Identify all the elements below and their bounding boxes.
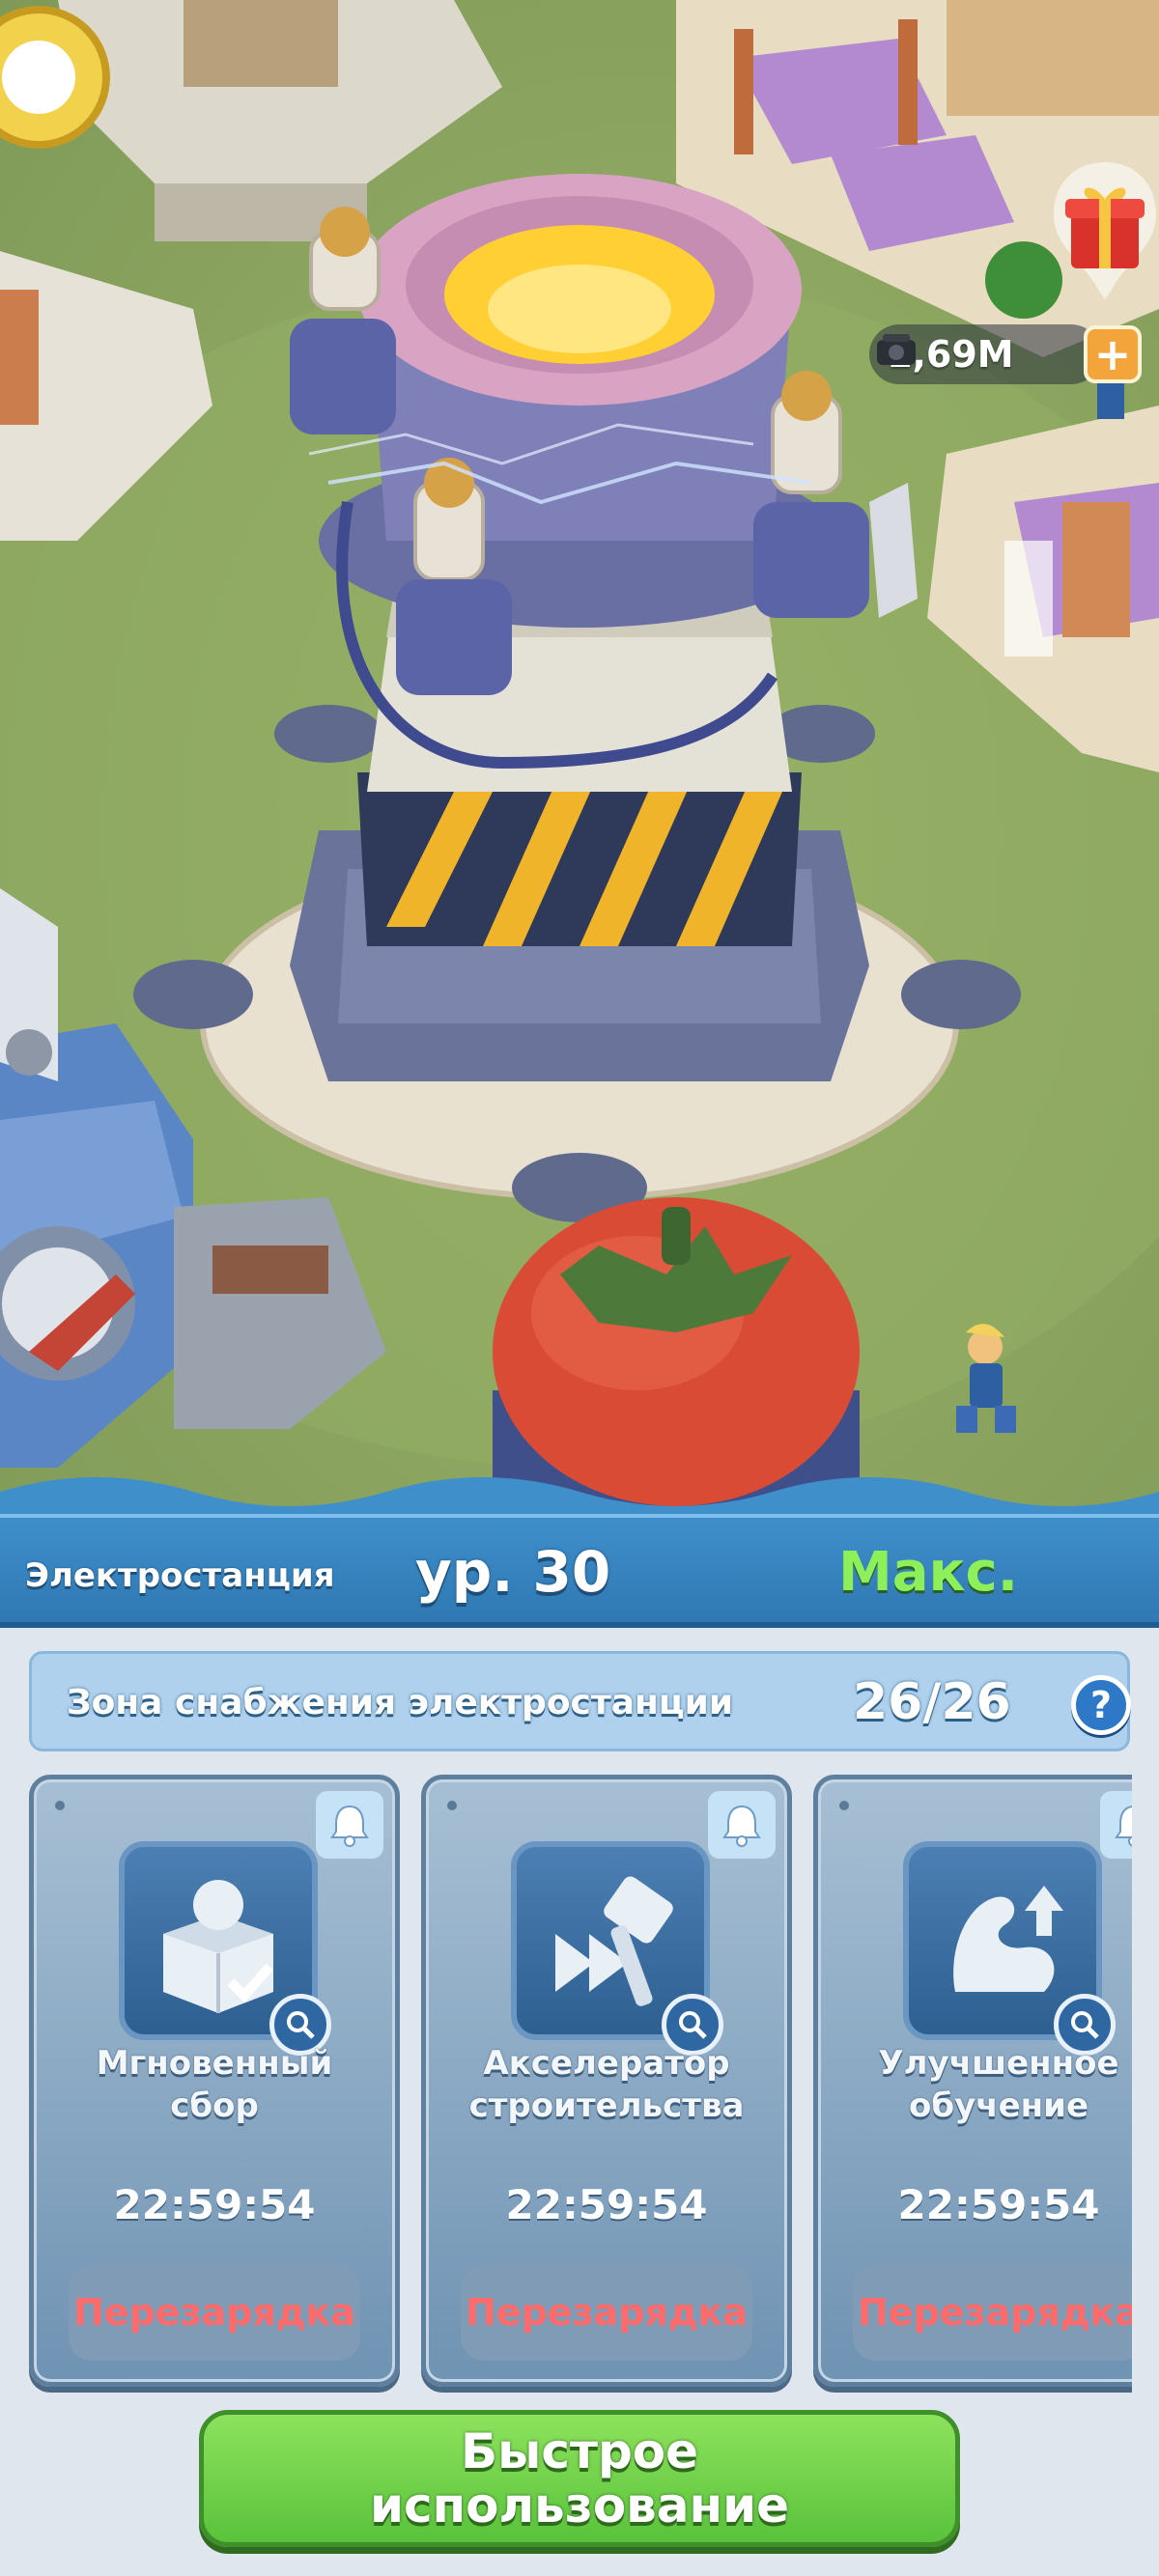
- quick-use-label-line2: использование: [369, 2478, 790, 2534]
- bell-icon: [330, 1805, 369, 1847]
- magnifier-icon: [1071, 2011, 1099, 2039]
- notification-bell-button[interactable]: [316, 1791, 383, 1859]
- help-button[interactable]: ?: [1071, 1675, 1131, 1735]
- max-level-label: Макс.: [838, 1541, 1018, 1604]
- card-rivet: [55, 1801, 65, 1810]
- cooldown-timer: 22:59:54: [897, 2181, 1100, 2228]
- supply-zone-panel: Зона снабжения электростанции 26/26 ? Мг…: [0, 1628, 1159, 2576]
- recharge-button[interactable]: Перезарядка: [853, 2264, 1132, 2361]
- currency-display: 1,69M: [869, 324, 1101, 384]
- cash-icon: [877, 334, 916, 365]
- card-title-line2: строительства: [468, 2086, 745, 2125]
- plus-icon: +: [1093, 328, 1132, 380]
- bell-icon: [722, 1805, 761, 1847]
- gift-button[interactable]: [1048, 154, 1159, 299]
- magnifier-icon: [287, 2011, 315, 2039]
- card-title-line1: Мгновенный: [96, 2044, 333, 2083]
- supply-zone-count: 26/26: [853, 1673, 1011, 1731]
- boost-card-instant-collect[interactable]: Мгновенный сбор 22:59:54 Перезарядка: [29, 1775, 400, 2387]
- card-title-line1: Акселератор: [483, 2044, 730, 2083]
- notification-bell-button[interactable]: [708, 1791, 776, 1859]
- card-title: Акселератор строительства: [426, 2042, 787, 2127]
- bell-icon: [1115, 1806, 1132, 1847]
- card-title: Мгновенный сбор: [34, 2042, 395, 2127]
- recharge-button[interactable]: Перезарядка: [461, 2264, 752, 2361]
- scene-art: [0, 0, 1159, 1521]
- game-screen: 1,69M + Электростанция ур. 30 Макс. Зона…: [0, 0, 1159, 2576]
- card-title-line1: Улучшенное: [878, 2044, 1119, 2083]
- quick-use-label: Быстрое использование: [370, 2424, 789, 2533]
- card-title-line2: сбор: [170, 2086, 259, 2125]
- boost-card-improved-training[interactable]: Улучшенное обучение 22:59:54 Перезарядка: [813, 1775, 1132, 2387]
- cooldown-timer: 22:59:54: [505, 2181, 708, 2228]
- card-rivet: [447, 1801, 457, 1810]
- building-level: ур. 30: [415, 1539, 611, 1605]
- card-rivet: [839, 1801, 849, 1810]
- quick-use-button[interactable]: Быстрое использование: [199, 2410, 960, 2547]
- supply-zone-label: Зона снабжения электростанции: [67, 1683, 734, 1722]
- card-title-line2: обучение: [908, 2086, 1089, 2125]
- gift-icon: [1054, 162, 1156, 299]
- notification-bell-button[interactable]: [1100, 1791, 1132, 1859]
- game-scene[interactable]: 1,69M +: [0, 0, 1159, 1521]
- cooldown-timer: 22:59:54: [113, 2181, 316, 2228]
- quick-use-label-line1: Быстрое: [461, 2423, 698, 2479]
- building-name: Электростанция: [25, 1556, 335, 1595]
- card-title: Улучшенное обучение: [818, 2042, 1132, 2127]
- building-info-bar: Электростанция ур. 30 Макс.: [0, 1514, 1159, 1628]
- question-icon: ?: [1089, 1684, 1113, 1726]
- add-currency-button[interactable]: +: [1084, 325, 1142, 383]
- recharge-button[interactable]: Перезарядка: [69, 2264, 360, 2361]
- boost-cards-list[interactable]: Мгновенный сбор 22:59:54 Перезарядка Акс…: [29, 1775, 1132, 2400]
- tomato-building: [493, 1197, 860, 1521]
- boost-card-construction-accelerator[interactable]: Акселератор строительства 22:59:54 Перез…: [421, 1775, 792, 2387]
- supply-zone-header: Зона снабжения электростанции 26/26 ?: [29, 1651, 1131, 1751]
- magnifier-icon: [679, 2011, 707, 2039]
